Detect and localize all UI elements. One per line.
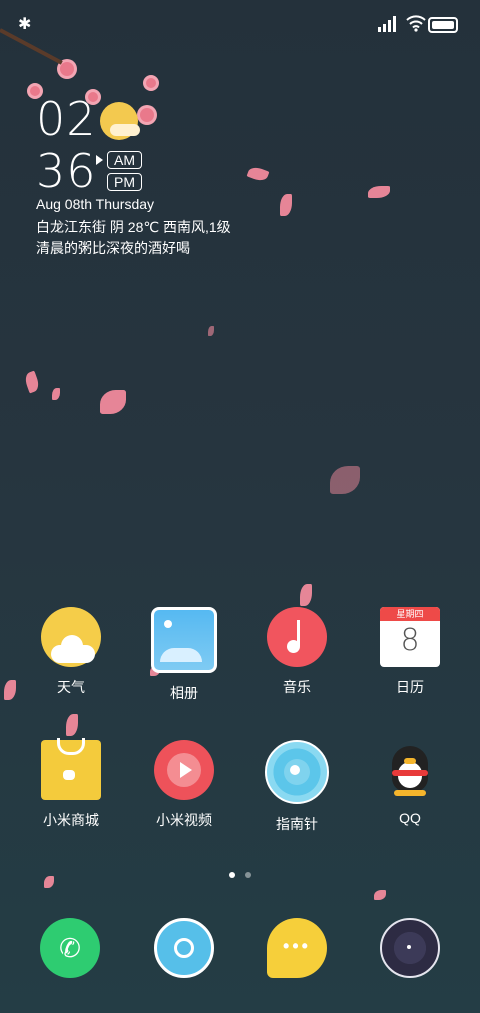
wifi-icon: [406, 15, 426, 32]
am-label: AM: [107, 151, 142, 169]
app-qq[interactable]: QQ: [360, 740, 460, 826]
petal-decoration: [208, 326, 214, 336]
petal-decoration: [280, 194, 292, 216]
browser-icon: [407, 945, 411, 949]
petal-decoration: [4, 680, 16, 700]
blossom-decoration: [140, 108, 154, 122]
app-music[interactable]: 音乐: [247, 607, 347, 697]
quote-text: 清晨的粥比深夜的酒好喝: [36, 240, 190, 256]
app-compass[interactable]: 指南针: [247, 740, 347, 834]
status-bar: ✱: [0, 0, 480, 52]
selected-marker-icon: [96, 155, 103, 165]
dock-messages[interactable]: •••: [267, 918, 327, 978]
page-dot[interactable]: [245, 872, 251, 878]
calendar-icon: 星期四 8: [380, 607, 440, 667]
app-label: QQ: [399, 810, 421, 826]
calendar-day: 8: [400, 623, 420, 658]
petal-decoration: [52, 388, 60, 400]
dock-phone[interactable]: ✆: [40, 918, 100, 978]
qq-icon: [380, 740, 440, 800]
blossom-decoration: [60, 62, 74, 76]
app-mi-video[interactable]: 小米视频: [134, 740, 234, 830]
bluetooth-icon: ✱: [18, 16, 32, 33]
camera-icon: [174, 938, 194, 958]
app-label: 天气: [57, 679, 85, 695]
petal-decoration: [246, 164, 270, 184]
app-label: 日历: [396, 679, 424, 695]
app-calendar[interactable]: 星期四 8 日历: [360, 607, 460, 697]
phone-icon: ✆: [59, 933, 81, 963]
gallery-icon: [151, 607, 217, 673]
clock-minute[interactable]: 36: [36, 148, 97, 194]
cloud-icon: [110, 124, 140, 136]
petal-decoration: [100, 390, 126, 414]
app-label: 音乐: [283, 679, 311, 695]
app-label: 相册: [170, 685, 198, 701]
mi-video-icon: [154, 740, 214, 800]
battery-icon: [428, 17, 458, 33]
compass-icon: [265, 740, 329, 804]
weather-icon: [41, 607, 101, 667]
petal-decoration: [300, 584, 312, 606]
page-dot-active[interactable]: [229, 872, 235, 878]
pm-label: PM: [107, 173, 142, 191]
signal-icon: [378, 16, 396, 32]
petal-decoration: [66, 714, 78, 736]
app-gallery[interactable]: 相册: [134, 607, 234, 703]
petal-decoration: [330, 466, 360, 494]
dock-camera[interactable]: [154, 918, 214, 978]
page-indicator[interactable]: [0, 872, 480, 878]
date-text: Aug 08th Thursday: [36, 196, 155, 212]
messages-icon: •••: [283, 936, 311, 956]
petal-decoration: [374, 890, 386, 900]
app-mi-store[interactable]: 小米商城: [21, 738, 121, 830]
mi-store-icon: [41, 738, 101, 800]
app-label: 小米视频: [156, 812, 212, 828]
weather-text[interactable]: 白龙江东街 阴 28℃ 西南风,1级: [36, 217, 231, 237]
petal-decoration: [368, 186, 390, 198]
dock-browser[interactable]: [380, 918, 440, 978]
clock-hour[interactable]: 02: [36, 96, 97, 142]
app-weather[interactable]: 天气: [21, 607, 121, 697]
am-pm-indicator: AM PM: [96, 150, 156, 194]
blossom-decoration: [146, 78, 156, 88]
music-icon: [267, 607, 327, 667]
app-label: 小米商城: [43, 812, 99, 828]
calendar-weekday: 星期四: [380, 607, 440, 621]
app-label: 指南针: [276, 816, 318, 832]
petal-decoration: [22, 370, 42, 394]
